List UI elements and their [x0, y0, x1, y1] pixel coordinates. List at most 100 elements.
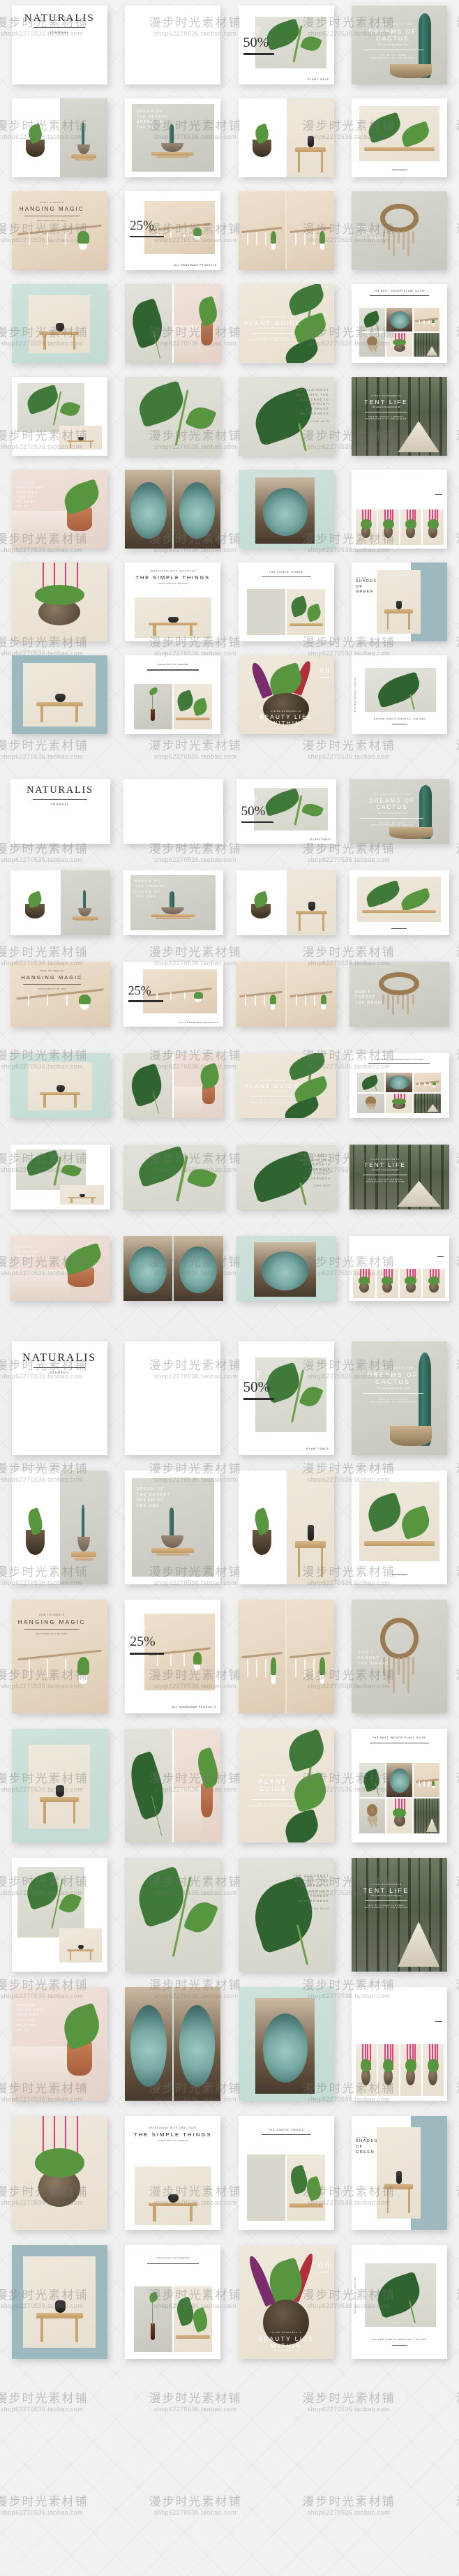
template-card[interactable]: LIVING OUTDOORS IN TENT LIFE Our guide to …	[352, 377, 448, 456]
template-cell[interactable]: NATURALIS JOURNAL	[10, 6, 110, 84]
template-cell[interactable]	[10, 284, 110, 363]
template-card[interactable]: OFF 25% ALL HANDMADE PRODUCTS	[125, 1600, 221, 1713]
template-card[interactable]: THE CLEAREST WAY INTO THE UNIVERSE IS THROU…	[236, 1145, 336, 1209]
template-cell[interactable]: DREAM OF THE DESERT DREAM OF THE SEA	[123, 1471, 223, 1584]
template-card[interactable]	[238, 191, 334, 270]
template-cell[interactable]	[123, 1729, 223, 1842]
template-card[interactable]: LIVING OUTDOORS IN BEAUTY LIES WITHIN It's…	[238, 655, 334, 734]
template-card[interactable]: THE BEST INDOOR PLANT GUIDE	[352, 1729, 448, 1842]
template-card[interactable]	[11, 1729, 107, 1842]
template-card[interactable]: ALL THE SHADES OF GREEN	[352, 2116, 448, 2230]
template-cell[interactable]: NATURE ALWAYS PREVAILS, THE END NATURALIS…	[350, 655, 450, 734]
template-card[interactable]	[125, 1729, 221, 1842]
template-cell[interactable]: NATURALIS JOURNAL	[10, 1341, 110, 1455]
template-card[interactable]	[11, 1471, 107, 1584]
template-cell[interactable]	[123, 377, 223, 456]
template-cell[interactable]: LIVING OUTDOORS IN TENT LIFE Our guide to …	[347, 1145, 451, 1209]
template-cell[interactable]: To live simply is my only wish, nature as…	[123, 6, 223, 84]
template-card[interactable]	[123, 1053, 223, 1118]
template-card[interactable]	[238, 1987, 334, 2101]
template-cell[interactable]: DREAM OF THE DESERT DREAM OF THE SEA	[123, 98, 223, 177]
template-cell[interactable]: TREASURING WITH GRATITUDE THE SIMPLE THIN…	[123, 563, 223, 641]
template-card[interactable]: DON'T FORGET THE MAGIC	[352, 1600, 448, 1713]
template-cell[interactable]	[121, 1236, 225, 1301]
template-cell[interactable]	[10, 1729, 110, 1842]
template-card[interactable]	[236, 962, 336, 1027]
template-cell[interactable]	[234, 1236, 338, 1301]
template-card[interactable]: THE SIMPLE THINGS	[238, 563, 334, 641]
template-cell[interactable]	[10, 655, 110, 734]
template-cell[interactable]	[123, 284, 223, 363]
template-card[interactable]: THE BEST INDOOR PLANT GUIDE For the easies…	[236, 1053, 336, 1118]
template-cell[interactable]	[347, 1236, 451, 1301]
template-card[interactable]: TREASURING WITH GRATITUDE THE SIMPLE THIN…	[125, 563, 221, 641]
template-cell[interactable]: THE SIMPLE THINGS	[236, 563, 336, 641]
template-cell[interactable]: LIVING OUTDOORS IN TENT LIFE Our guide to …	[350, 1858, 450, 1972]
template-cell[interactable]: THE SIMPLE THINGS	[236, 2116, 336, 2230]
template-cell[interactable]: THE BEST INDOOR PLANT GUIDE	[350, 284, 450, 363]
template-card[interactable]: OFF 50% PLANT SALE	[236, 779, 336, 844]
template-cell[interactable]: THE EASY GUIDE TO THE DREAMS OF CACTUS Wit…	[350, 1341, 450, 1455]
template-cell[interactable]: OFF 25% ALL HANDMADE PRODUCTS	[123, 1600, 223, 1713]
template-card[interactable]: OFF 50% PLANT SALE	[238, 1341, 334, 1455]
template-card[interactable]	[349, 1236, 449, 1301]
template-cell[interactable]: CREATE SPACE THAT INSPIRES YOU TO BE PART OF …	[8, 1236, 112, 1301]
template-cell[interactable]	[236, 98, 336, 177]
template-cell[interactable]: HOW TO CREATE HANGING MAGIC PHOTOGRAPHY BY…	[10, 1600, 110, 1713]
template-card[interactable]: LIVING OUTDOORS IN TENT LIFE Our guide to …	[349, 1145, 449, 1209]
template-card[interactable]	[11, 377, 107, 456]
template-card[interactable]: THE EASY GUIDE TO THE DREAMS OF CACTUS Wit…	[349, 779, 449, 844]
template-card[interactable]: DREAM OF THE DESERT DREAM OF THE SEA	[123, 870, 223, 935]
template-cell[interactable]	[8, 1053, 112, 1118]
template-card[interactable]: THE CLEAREST WAY INTO THE UNIVERSE IS THROU…	[238, 377, 334, 456]
template-card[interactable]	[238, 1600, 334, 1713]
template-card[interactable]	[11, 655, 107, 734]
template-card[interactable]: CREATE SPACE THAT INSPIRES YOU TO BE PART OF …	[11, 470, 107, 549]
template-card[interactable]: To live simply is my only wish, nature as…	[125, 1341, 221, 1455]
template-card[interactable]: THE BEST INDOOR PLANT GUIDE	[349, 1053, 449, 1118]
template-card[interactable]	[10, 870, 110, 935]
template-card[interactable]: THE BEST INDOOR PLANT GUIDE	[352, 284, 448, 363]
template-card[interactable]	[125, 470, 221, 549]
template-card[interactable]	[352, 98, 448, 177]
template-cell[interactable]: OFF 25% ALL HANDMADE PRODUCTS	[121, 962, 225, 1027]
template-cell[interactable]: THE BEST INDOOR PLANT GUIDE For the easies…	[236, 284, 336, 363]
template-cell[interactable]: To live simply is my only wish, nature as…	[121, 779, 225, 844]
template-cell[interactable]	[234, 962, 338, 1027]
template-cell[interactable]	[121, 1053, 225, 1118]
template-card[interactable]: DREAM OF THE DESERT DREAM OF THE SEA	[125, 1471, 221, 1584]
template-cell[interactable]	[236, 1471, 336, 1584]
template-cell[interactable]: OFF 25% ALL HANDMADE PRODUCTS	[123, 191, 223, 270]
template-cell[interactable]	[10, 1471, 110, 1584]
template-card[interactable]: THE BEST INDOOR PLANT GUIDE For the easies…	[238, 1729, 334, 1842]
template-card[interactable]	[11, 2116, 107, 2230]
template-card[interactable]: To live simply is my only wish, nature as…	[125, 6, 221, 84]
template-card[interactable]: DON'T FORGET THE MAGIC	[352, 191, 448, 270]
template-card[interactable]: LIVING OUTDOORS IN TENT LIFE Our guide to …	[352, 1858, 448, 1972]
template-card[interactable]: CREATE SPACE THAT INSPIRES YOU TO BE PART OF …	[10, 1236, 110, 1301]
template-cell[interactable]: THE CLEAREST WAY INTO THE UNIVERSE IS THROU…	[234, 1145, 338, 1209]
template-cell[interactable]	[10, 2245, 110, 2359]
template-cell[interactable]	[10, 1858, 110, 1972]
template-cell[interactable]	[123, 1987, 223, 2101]
template-card[interactable]: THE BEST INDOOR PLANT GUIDE For the easies…	[238, 284, 334, 363]
template-card[interactable]	[11, 98, 107, 177]
template-cell[interactable]	[350, 1471, 450, 1584]
template-cell[interactable]	[234, 870, 338, 935]
template-card[interactable]	[352, 470, 448, 549]
template-cell[interactable]: DON'T FORGET THE MAGIC	[350, 191, 450, 270]
template-card[interactable]: DREAM OF THE DESERT DREAM OF THE SEA	[125, 98, 221, 177]
template-cell[interactable]: LIVING OUTDOORS IN TENT LIFE Our guide to …	[350, 377, 450, 456]
template-cell[interactable]: LIVING OUTDOORS IN BEAUTY LIES WITHIN It's…	[236, 2245, 336, 2359]
template-card[interactable]	[349, 870, 449, 935]
template-cell[interactable]	[8, 1145, 112, 1209]
template-cell[interactable]: It doesn't have to be complicated	[123, 2245, 223, 2359]
template-cell[interactable]: NATURE ALWAYS PREVAILS, THE END NATURALIS…	[350, 2245, 450, 2359]
template-card[interactable]: LIVING OUTDOORS IN BEAUTY LIES WITHIN It's…	[238, 2245, 334, 2359]
template-cell[interactable]: ALL THE SHADES OF GREEN	[350, 563, 450, 641]
template-card[interactable]	[352, 1471, 448, 1584]
template-card[interactable]	[125, 377, 221, 456]
template-card[interactable]: THE SIMPLE THINGS	[238, 2116, 334, 2230]
template-card[interactable]: HOW TO CREATE HANGING MAGIC PHOTOGRAPHY BY…	[11, 1600, 107, 1713]
template-card[interactable]: DON'T FORGET THE MAGIC	[349, 962, 449, 1027]
